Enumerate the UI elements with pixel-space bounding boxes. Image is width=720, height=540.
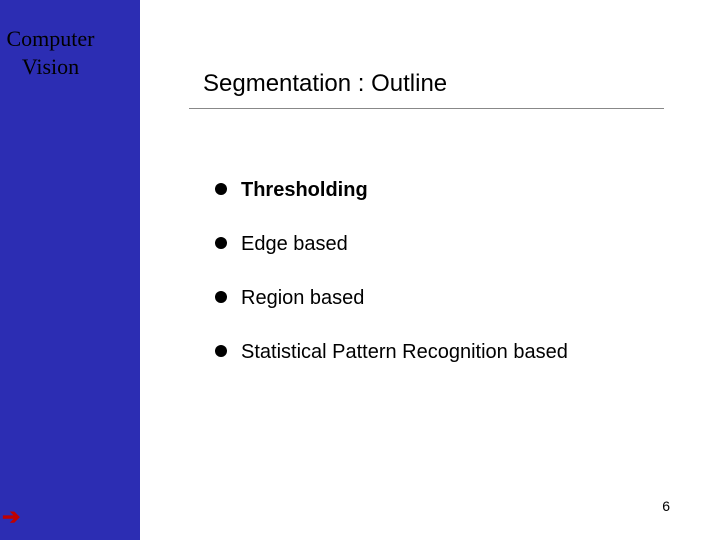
bullet-text: Thresholding xyxy=(241,178,368,202)
bullet-text: Statistical Pattern Recognition based xyxy=(241,340,568,364)
sidebar: ➔ xyxy=(0,0,140,540)
sidebar-title-line1: Computer xyxy=(7,26,95,51)
bullet-text: Region based xyxy=(241,286,364,310)
arrow-right-icon: ➔ xyxy=(2,506,24,528)
slide-title: Segmentation : Outline xyxy=(203,70,447,98)
bullet-icon xyxy=(215,237,227,249)
bullet-list: Thresholding Edge based Region based Sta… xyxy=(215,178,685,394)
bullet-icon xyxy=(215,345,227,357)
bullet-text: Edge based xyxy=(241,232,348,256)
list-item: Region based xyxy=(215,286,685,310)
bullet-icon xyxy=(215,183,227,195)
sidebar-title-line2: Vision xyxy=(22,54,79,79)
page-number: 6 xyxy=(662,498,670,514)
slide: ➔ Computer Vision Segmentation : Outline… xyxy=(0,0,720,540)
list-item: Edge based xyxy=(215,232,685,256)
sidebar-title: Computer Vision xyxy=(0,25,123,80)
list-item: Thresholding xyxy=(215,178,685,202)
title-underline xyxy=(189,108,664,109)
bullet-icon xyxy=(215,291,227,303)
list-item: Statistical Pattern Recognition based xyxy=(215,340,685,364)
